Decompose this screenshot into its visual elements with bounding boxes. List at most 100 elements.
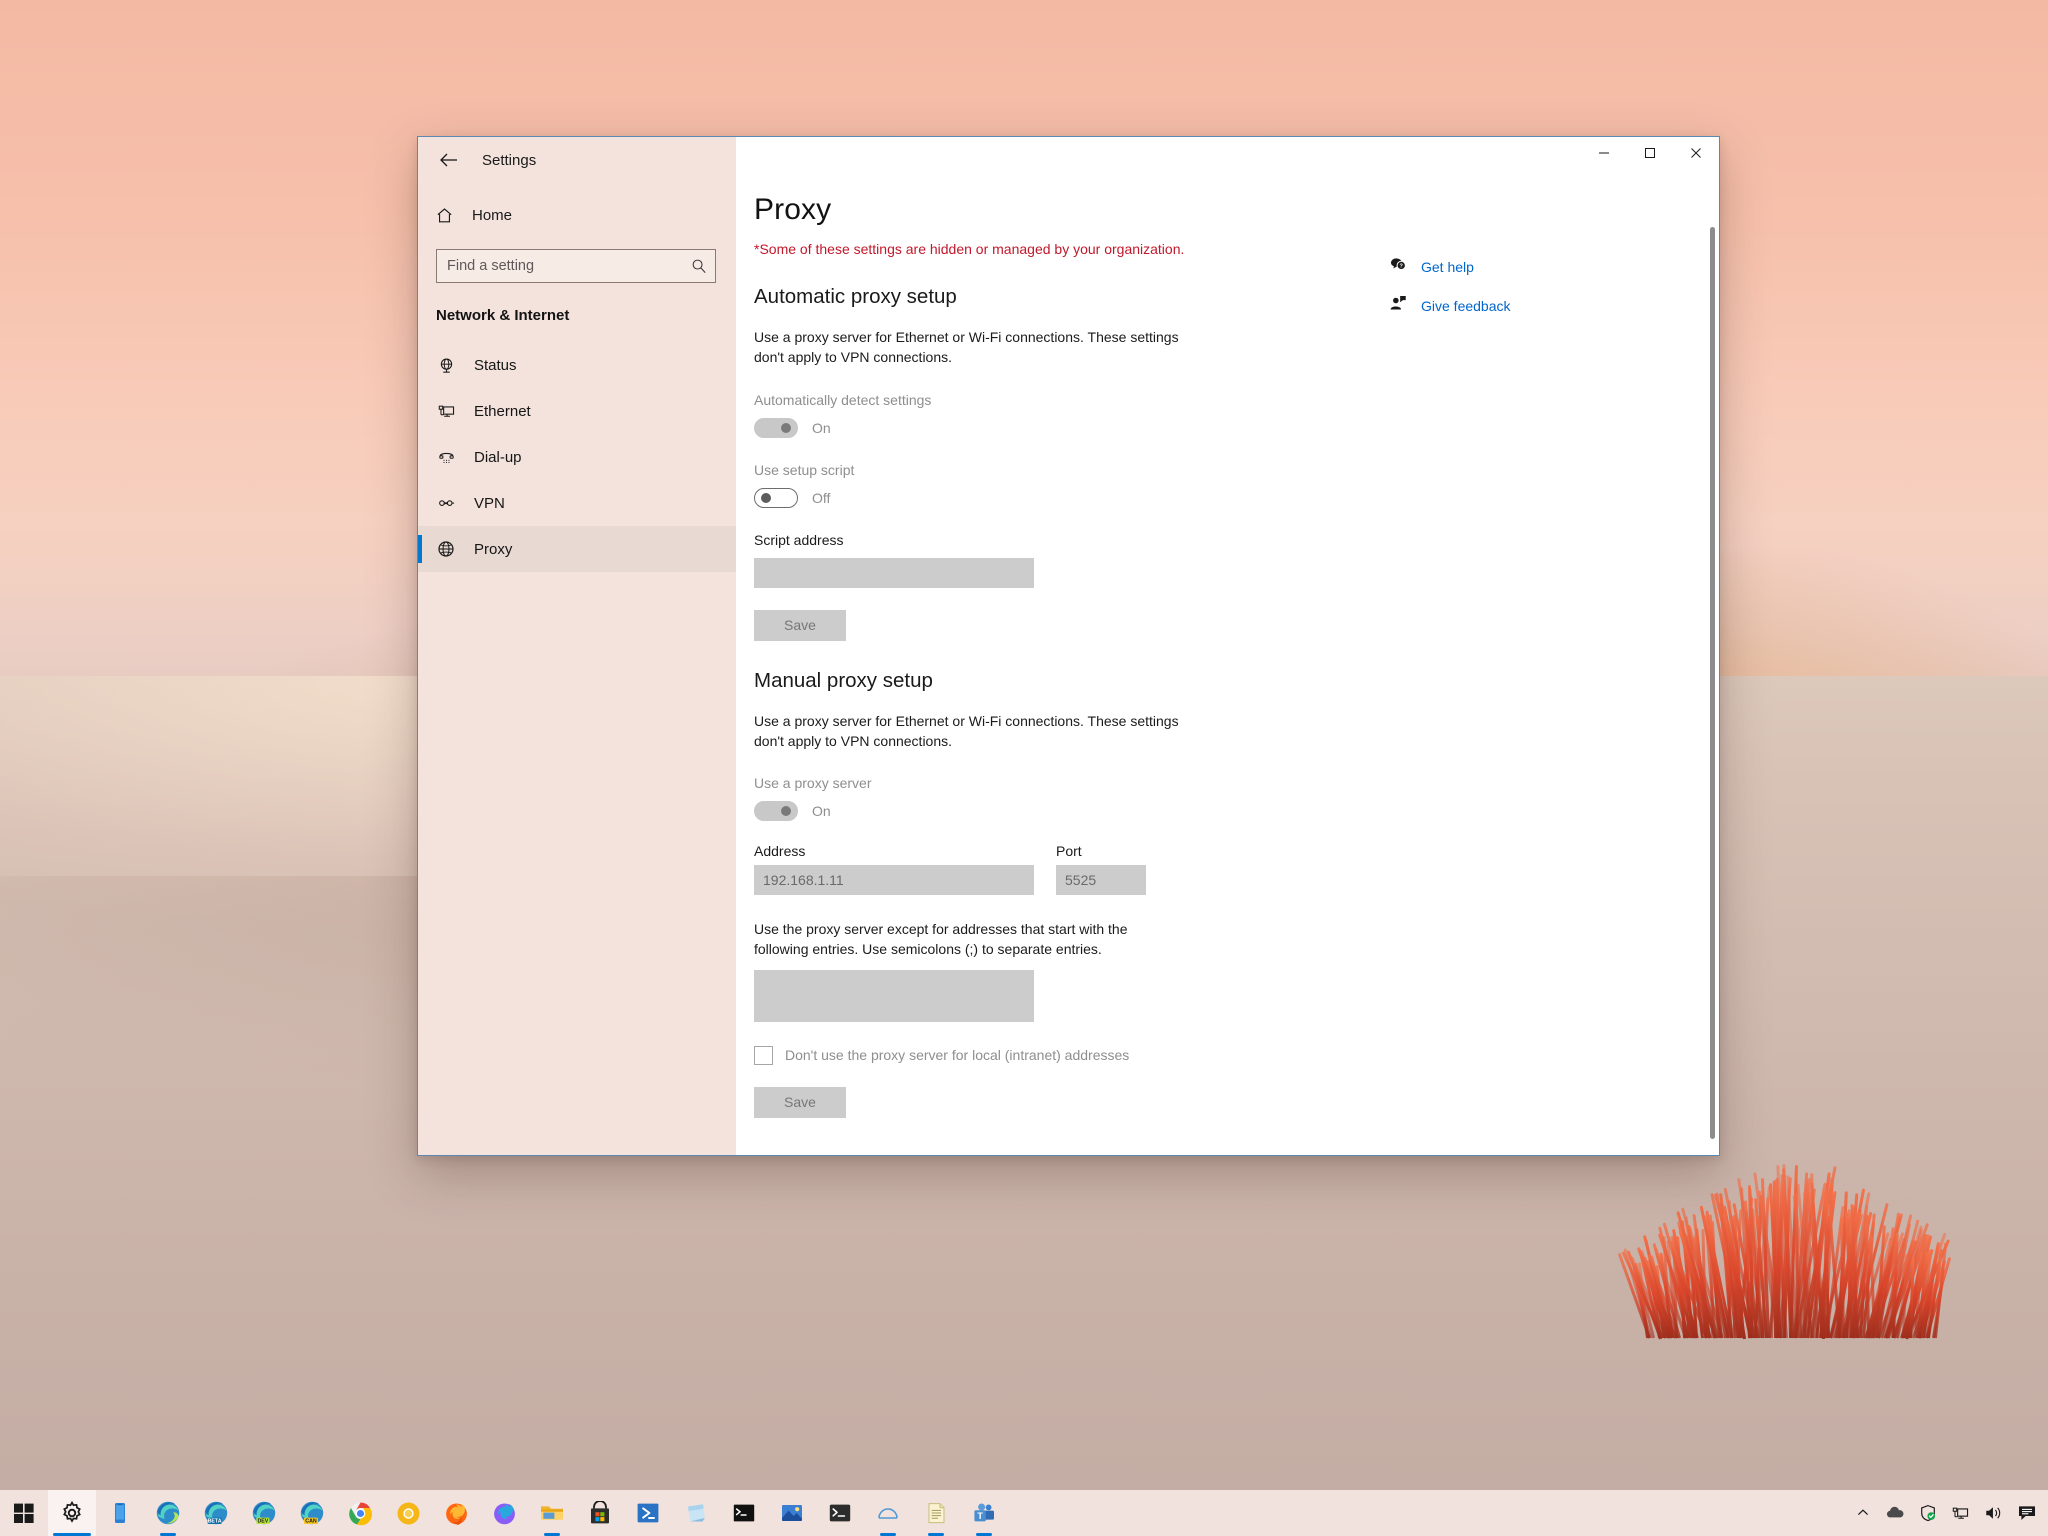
settings-main-column: Proxy *Some of these settings are hidden… <box>736 183 1389 1155</box>
scrollbar-thumb[interactable] <box>1710 227 1715 1139</box>
chevron-up-icon[interactable] <box>1848 1490 1878 1536</box>
content-scroll-area: Proxy *Some of these settings are hidden… <box>736 183 1719 1155</box>
microsoft-store-taskbar-button[interactable] <box>576 1490 624 1536</box>
local-bypass-checkbox[interactable] <box>754 1046 773 1065</box>
proxy-exceptions-input[interactable] <box>754 970 1034 1022</box>
firefox-taskbar-button[interactable] <box>432 1490 480 1536</box>
sidebar-item-status[interactable]: Status <box>418 342 736 388</box>
edge-beta-taskbar-button[interactable]: BETA <box>192 1490 240 1536</box>
auto-detect-label: Automatically detect settings <box>754 392 1389 408</box>
speaker-icon[interactable] <box>1977 1490 2010 1536</box>
address-field-group: Address <box>754 843 1034 895</box>
file-explorer-taskbar-button[interactable] <box>528 1490 576 1536</box>
windows-start-icon[interactable] <box>0 1490 48 1536</box>
notepad-taskbar-button[interactable] <box>912 1490 960 1536</box>
action-center-icon[interactable] <box>2010 1490 2044 1536</box>
dialup-phone-icon <box>436 448 456 467</box>
svg-text:BETA: BETA <box>208 1519 222 1525</box>
chrome-taskbar-button[interactable] <box>336 1490 384 1536</box>
script-address-label: Script address <box>754 532 1389 548</box>
taskbar-items: BETA DEV CAN T <box>48 1490 1008 1536</box>
photos-taskbar-button[interactable] <box>768 1490 816 1536</box>
auto-detect-toggle-row: On <box>754 418 1389 438</box>
address-port-fields: Address Port <box>754 843 1389 895</box>
toggle-knob <box>761 493 771 503</box>
globe-proxy-icon <box>436 539 456 559</box>
use-proxy-server-toggle-row: On <box>754 801 1389 821</box>
shield-check-icon[interactable] <box>1912 1490 1944 1536</box>
manual-proxy-heading: Manual proxy setup <box>754 669 1389 693</box>
save-automatic-button[interactable]: Save <box>754 610 846 641</box>
cloud-icon[interactable] <box>1878 1490 1912 1536</box>
port-label: Port <box>1056 843 1146 859</box>
sidebar-item-vpn-label: VPN <box>474 495 505 512</box>
edge-canary-taskbar-button[interactable]: CAN <box>288 1490 336 1536</box>
auto-detect-toggle[interactable] <box>754 418 798 438</box>
sidebar-item-proxy[interactable]: Proxy <box>418 526 736 572</box>
maximize-button[interactable] <box>1627 137 1673 169</box>
settings-content-pane: Proxy *Some of these settings are hidden… <box>736 137 1719 1155</box>
search-icon[interactable] <box>683 250 715 282</box>
give-feedback-link[interactable]: Give feedback <box>1389 294 1719 317</box>
script-address-input[interactable] <box>754 558 1034 588</box>
wallpaper-red-bush <box>1640 1168 1940 1348</box>
search-input[interactable] <box>436 249 716 283</box>
sidebar-item-home[interactable]: Home <box>418 195 736 235</box>
use-proxy-server-toggle[interactable] <box>754 801 798 821</box>
system-tray <box>1848 1490 2048 1536</box>
sidebar-item-ethernet-label: Ethernet <box>474 403 531 420</box>
ethernet-tray-icon[interactable] <box>1944 1490 1977 1536</box>
svg-text:T: T <box>977 1511 983 1521</box>
save-manual-button[interactable]: Save <box>754 1087 846 1118</box>
sidebar-titlebar: Settings <box>418 137 736 183</box>
chrome-canary-taskbar-button[interactable] <box>384 1490 432 1536</box>
edge-dev-taskbar-button[interactable]: DEV <box>240 1490 288 1536</box>
window-caption-bar <box>736 137 1719 183</box>
automatic-proxy-description: Use a proxy server for Ethernet or Wi-Fi… <box>754 327 1184 368</box>
sidebar-item-ethernet[interactable]: Ethernet <box>418 388 736 434</box>
port-field-group: Port <box>1056 843 1146 895</box>
sidebar-item-dialup-label: Dial-up <box>474 449 522 466</box>
powershell-taskbar-button[interactable] <box>624 1490 672 1536</box>
svg-text:CAN: CAN <box>305 1519 317 1525</box>
use-setup-script-toggle[interactable] <box>754 488 798 508</box>
desktop: Settings Home Find a setting Network & I… <box>0 0 2048 1536</box>
ethernet-icon <box>436 402 456 421</box>
sticky-notes-taskbar-button[interactable] <box>672 1490 720 1536</box>
address-label: Address <box>754 843 1034 859</box>
command-prompt-taskbar-button[interactable] <box>720 1490 768 1536</box>
firefox-dev-taskbar-button[interactable] <box>480 1490 528 1536</box>
sidebar-item-vpn[interactable]: VPN <box>418 480 736 526</box>
arrow-left-icon[interactable] <box>430 143 468 177</box>
settings-taskbar-button[interactable] <box>48 1490 96 1536</box>
automatic-proxy-heading: Automatic proxy setup <box>754 285 1389 309</box>
content-scrollbar[interactable] <box>1707 201 1717 1149</box>
settings-aside-column: ? Get help Give feedback <box>1389 183 1719 1155</box>
your-phone-taskbar-button[interactable] <box>96 1490 144 1536</box>
page-title: Proxy <box>754 193 1389 227</box>
close-icon[interactable] <box>1673 137 1719 169</box>
use-setup-script-state: Off <box>812 490 830 506</box>
teams-taskbar-button[interactable]: T <box>960 1490 1008 1536</box>
whiteboard-taskbar-button[interactable] <box>864 1490 912 1536</box>
auto-detect-state: On <box>812 420 831 436</box>
sidebar-item-status-label: Status <box>474 357 517 374</box>
home-icon <box>434 206 454 225</box>
search-box <box>436 249 716 283</box>
proxy-port-input[interactable] <box>1056 865 1146 895</box>
sidebar-item-home-label: Home <box>472 207 512 224</box>
give-feedback-label: Give feedback <box>1421 298 1511 314</box>
toggle-knob <box>781 423 791 433</box>
minimize-button[interactable] <box>1581 137 1627 169</box>
local-bypass-checkbox-row[interactable]: Don't use the proxy server for local (in… <box>754 1046 1389 1065</box>
sidebar-item-dialup[interactable]: Dial-up <box>418 434 736 480</box>
proxy-exceptions-description: Use the proxy server except for addresse… <box>754 919 1184 960</box>
globe-status-icon <box>436 356 456 375</box>
feedback-person-icon <box>1389 294 1407 317</box>
settings-sidebar: Settings Home Find a setting Network & I… <box>418 137 736 1155</box>
settings-window: Settings Home Find a setting Network & I… <box>417 136 1720 1156</box>
proxy-address-input[interactable] <box>754 865 1034 895</box>
edge-taskbar-button[interactable] <box>144 1490 192 1536</box>
get-help-link[interactable]: ? Get help <box>1389 255 1719 278</box>
windows-terminal-taskbar-button[interactable] <box>816 1490 864 1536</box>
